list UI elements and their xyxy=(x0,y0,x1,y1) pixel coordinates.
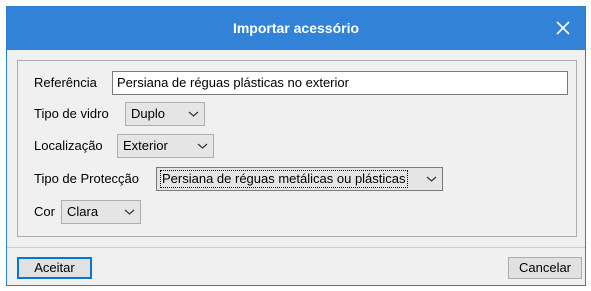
referencia-value: Persiana de réguas plásticas no exterior xyxy=(117,75,349,90)
tipo-vidro-label: Tipo de vidro xyxy=(34,106,109,121)
referencia-label: Referência xyxy=(34,75,97,90)
localizacao-label: Localização xyxy=(34,138,103,153)
tipo-proteccao-label: Tipo de Protecção xyxy=(34,171,140,186)
title-bar: Importar acessório xyxy=(7,7,585,50)
chevron-down-icon xyxy=(197,143,208,149)
close-button[interactable] xyxy=(547,13,579,43)
dialog-title: Importar acessório xyxy=(232,20,360,36)
chevron-down-icon xyxy=(188,111,199,117)
accessory-form-group: Referência Persiana de réguas plásticas … xyxy=(17,60,577,237)
tipo-proteccao-select[interactable]: Persiana de réguas metálicas ou plástica… xyxy=(156,167,443,191)
cor-label: Cor xyxy=(34,204,55,219)
accept-button[interactable]: Aceitar xyxy=(17,257,92,279)
cor-value: Clara xyxy=(67,204,99,219)
localizacao-value: Exterior xyxy=(123,138,168,153)
tipo-vidro-select[interactable]: Duplo xyxy=(125,102,205,126)
tipo-vidro-value: Duplo xyxy=(131,106,165,121)
cancel-button[interactable]: Cancelar xyxy=(508,257,582,279)
chevron-down-icon xyxy=(124,209,135,215)
localizacao-select[interactable]: Exterior xyxy=(117,134,214,158)
referencia-input[interactable]: Persiana de réguas plásticas no exterior xyxy=(112,71,568,95)
tipo-proteccao-value: Persiana de réguas metálicas ou plástica… xyxy=(160,170,408,188)
close-icon xyxy=(556,21,570,35)
footer-divider xyxy=(7,247,585,248)
import-accessory-dialog: Importar acessório Referência Persiana d… xyxy=(6,6,586,286)
chevron-down-icon xyxy=(426,176,437,182)
cor-select[interactable]: Clara xyxy=(61,200,141,224)
